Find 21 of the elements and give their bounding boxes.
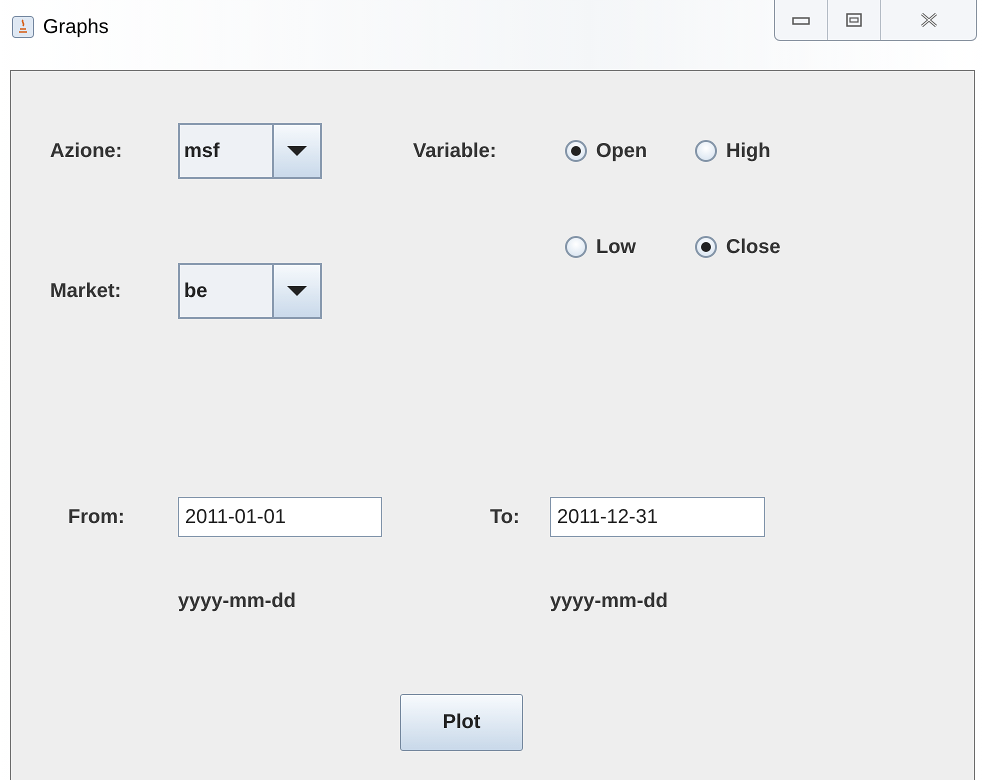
azione-label: Azione: [50,140,124,162]
date-format-hint: yyyy-mm-dd [550,590,668,612]
variable-label: Variable: [413,140,498,162]
date-format-hint: yyyy-mm-dd [178,590,297,612]
to-date-field[interactable]: 2011-12-31 [550,497,765,537]
market-dropdown[interactable]: be [178,263,322,319]
radio-option[interactable]: High [695,140,825,162]
radio-option[interactable]: Open [565,140,695,162]
window-title: Graphs [43,16,109,38]
from-date-field[interactable]: 2011-01-01 [178,497,382,537]
to-label: To: [490,506,521,528]
radio-option[interactable]: Low [565,236,695,258]
from-label: From: [68,506,126,528]
close-icon [920,12,938,28]
market-label: Market: [50,280,122,302]
radio-option[interactable]: Close [695,236,825,258]
azione-dropdown[interactable]: msf [178,123,322,179]
minimize-icon [792,15,810,25]
plot-button[interactable]: Plot [400,694,523,751]
app-icon [12,16,34,38]
maximize-icon [846,13,862,27]
